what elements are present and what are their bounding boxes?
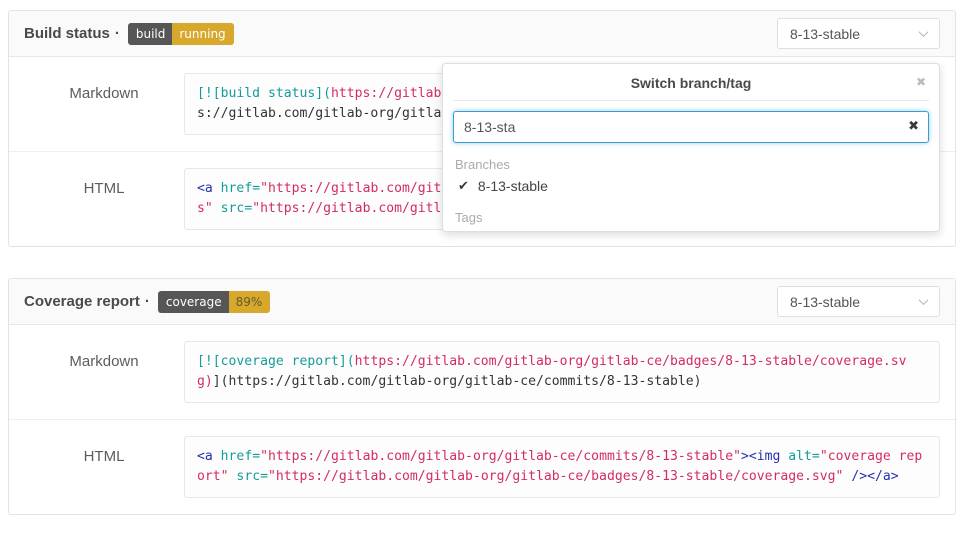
badge-label: build [128,23,173,45]
branch-dropdown-value: 8-13-stable [790,294,860,310]
badge-label: coverage [158,291,229,313]
close-icon[interactable]: ✖ [916,76,926,88]
coverage-badge: coverage 89% [158,291,270,313]
markdown-label: Markdown [24,341,184,370]
title-separator-dot: · [115,25,120,42]
dialog-divider [453,100,929,101]
panel-coverage-report: Coverage report · coverage 89% 8-13-stab… [8,278,956,515]
panel-header: Build status · build running 8-13-stable [9,11,955,57]
dialog-title: Switch branch/tag [453,72,929,94]
branch-search-input[interactable] [453,111,929,143]
check-icon: ✔ [458,178,469,194]
branch-dropdown-build[interactable]: 8-13-stable [777,18,940,49]
branch-item-8-13-stable[interactable]: ✔ 8-13-stable [453,176,929,196]
panel-title: Coverage report [24,293,140,310]
clear-search-icon[interactable]: ✖ [908,119,919,132]
chevron-down-icon [919,295,929,305]
section-label-tags: Tags [455,210,929,225]
build-status-badge: build running [128,23,234,45]
badge-value: 89% [229,291,271,313]
markdown-label: Markdown [24,73,184,102]
panel-title: Build status [24,25,110,42]
branch-dropdown-value: 8-13-stable [790,26,860,42]
markdown-row: Markdown [![coverage report](https://git… [9,325,955,419]
chevron-down-icon [919,27,929,37]
badge-value: running [172,23,233,45]
code-block-markdown-coverage: [![coverage report](https://gitlab.com/g… [184,341,940,403]
html-label: HTML [24,436,184,465]
code-block-html-coverage: <a href="https://gitlab.com/gitlab-org/g… [184,436,940,498]
branch-item-label: 8-13-stable [478,178,548,194]
section-label-branches: Branches [455,157,929,172]
branch-dropdown-coverage[interactable]: 8-13-stable [777,286,940,317]
panel-header: Coverage report · coverage 89% 8-13-stab… [9,279,955,325]
html-row: HTML <a href="https://gitlab.com/gitlab-… [9,419,955,514]
html-label: HTML [24,168,184,197]
switch-branch-dialog: Switch branch/tag ✖ ✖ Branches ✔ 8-13-st… [442,63,940,232]
title-separator-dot: · [145,293,150,310]
